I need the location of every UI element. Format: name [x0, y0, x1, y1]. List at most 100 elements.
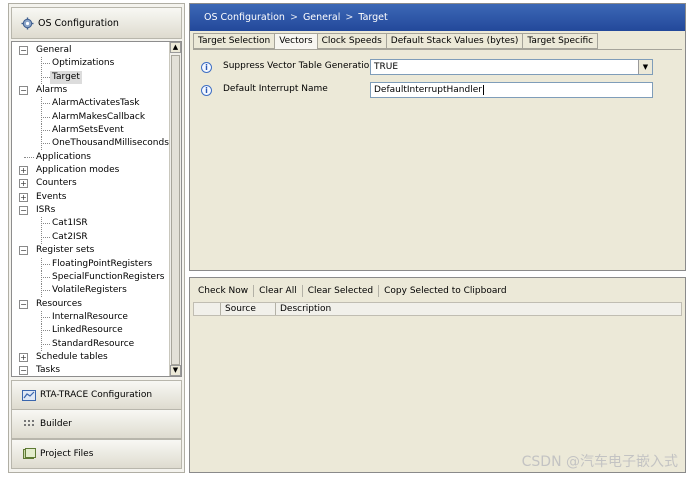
tree-item[interactable]: LinkedResource	[12, 324, 170, 338]
tree-item-label: Cat2ISR	[52, 231, 88, 242]
tree-item[interactable]: − Resources	[12, 298, 170, 311]
tree-item-label: Resources	[36, 298, 82, 309]
tree-scrollbar[interactable]: ▲ ▼	[169, 42, 181, 376]
expand-icon[interactable]: +	[19, 192, 28, 202]
clear-selected-button[interactable]: Clear Selected	[303, 285, 380, 297]
os-configuration-header[interactable]: OS Configuration	[11, 7, 182, 39]
configuration-tree[interactable]: − General Optimizations Target − Alarms AlarmA…	[11, 41, 182, 377]
scroll-up-arrow-icon[interactable]: ▲	[170, 42, 181, 53]
breadcrumb-target[interactable]: Target	[358, 12, 387, 23]
scroll-down-arrow-icon[interactable]: ▼	[170, 365, 181, 376]
rta-trace-configuration-button[interactable]: RTA-TRACE Configuration	[11, 380, 182, 410]
tree-item[interactable]: − Alarms	[12, 84, 170, 97]
tree-item[interactable]: AlarmMakesCallback	[12, 110, 170, 124]
breadcrumb-os-configuration[interactable]: OS Configuration	[204, 12, 285, 23]
tab-default-stack-values[interactable]: Default Stack Values (bytes)	[386, 33, 524, 49]
expand-icon[interactable]: +	[19, 352, 28, 362]
suppress-vector-table-label: Suppress Vector Table Generation	[223, 61, 376, 71]
collapse-icon[interactable]: −	[19, 299, 28, 309]
info-icon[interactable]: i	[201, 61, 212, 73]
tree-item[interactable]: + Events	[12, 191, 170, 204]
tree-item[interactable]: − Tasks	[12, 364, 170, 376]
tree-item[interactable]: − General	[12, 44, 170, 57]
breadcrumb-separator: >	[289, 12, 298, 23]
tree-item-label: Alarms	[36, 85, 68, 96]
tab-target-specific[interactable]: Target Specific	[523, 33, 599, 49]
tree-item-label: Optimizations	[52, 58, 115, 69]
tree-item[interactable]: SpecialFunctionRegisters	[12, 270, 170, 284]
gear-icon	[20, 16, 34, 30]
clear-all-button[interactable]: Clear All	[254, 285, 303, 297]
project-files-button[interactable]: Project Files	[11, 439, 182, 469]
collapse-icon[interactable]: −	[19, 86, 28, 96]
dropdown-arrow-icon[interactable]: ▼	[638, 60, 652, 74]
tree-item-label: Register sets	[36, 245, 95, 256]
tree-item[interactable]: FloatingPointRegisters	[12, 257, 170, 271]
suppress-vector-table-value: TRUE	[374, 62, 399, 72]
tree-item[interactable]: Optimizations	[12, 57, 170, 71]
tree-item[interactable]: + Schedule tables	[12, 351, 170, 364]
text-caret	[482, 84, 484, 95]
tree-item-label: AlarmSetsEvent	[52, 125, 124, 136]
navigation-pane: OS Configuration − General Optimizations Ta…	[8, 3, 185, 473]
expand-icon[interactable]: +	[19, 166, 28, 176]
vectors-tab-content: i Suppress Vector Table Generation TRUE …	[193, 49, 682, 267]
tree-item[interactable]: StandardResource	[12, 337, 170, 351]
scroll-thumb[interactable]	[171, 55, 180, 365]
tree-item[interactable]: Target	[12, 70, 170, 84]
tree-item-label: Cat1ISR	[52, 218, 88, 229]
tree-connector	[41, 116, 50, 118]
tree-item[interactable]: Applications	[12, 151, 170, 164]
builder-icon	[22, 418, 36, 430]
watermark: CSDN @汽车电子嵌入式	[521, 454, 678, 470]
tree-item-label: AlarmActivatesTask	[52, 98, 140, 109]
tab-clock-speeds[interactable]: Clock Speeds	[317, 33, 387, 49]
check-results-pane: Check Now Clear All Clear Selected Copy …	[189, 277, 686, 473]
default-interrupt-name-input[interactable]: DefaultInterruptHandler	[370, 82, 653, 98]
results-column-status[interactable]	[194, 303, 221, 315]
collapse-icon[interactable]: −	[19, 366, 28, 376]
collapse-icon[interactable]: −	[19, 46, 28, 55]
tree-item[interactable]: + Application modes	[12, 164, 170, 177]
tree-item-label: Applications	[36, 151, 91, 162]
tree-item[interactable]: AlarmActivatesTask	[12, 97, 170, 111]
info-icon[interactable]: i	[201, 84, 212, 96]
suppress-vector-table-select[interactable]: TRUE ▼	[370, 59, 653, 75]
tree-connector	[41, 76, 50, 78]
results-column-description[interactable]: Description	[276, 303, 681, 315]
tree-item[interactable]: + Counters	[12, 177, 170, 190]
results-list[interactable]: Source Description	[193, 302, 682, 469]
tree-item-label: FloatingPointRegisters	[52, 258, 153, 269]
tab-vectors[interactable]: Vectors	[275, 33, 318, 50]
breadcrumb-general[interactable]: General	[303, 12, 340, 23]
builder-button[interactable]: Builder	[11, 409, 182, 439]
tree-item[interactable]: VolatileRegisters	[12, 284, 170, 298]
tab-target-selection[interactable]: Target Selection	[193, 33, 276, 49]
tree-item[interactable]: Cat1ISR	[12, 217, 170, 231]
tree-item-label: ISRs	[36, 205, 56, 216]
copy-selected-to-clipboard-button[interactable]: Copy Selected to Clipboard	[379, 285, 511, 297]
tree-connector	[41, 276, 50, 278]
tree-item[interactable]: AlarmSetsEvent	[12, 124, 170, 138]
tree-connector	[41, 130, 50, 132]
results-column-source[interactable]: Source	[221, 303, 276, 315]
results-header: Source Description	[193, 302, 682, 316]
project-files-icon	[22, 448, 36, 460]
tree-connector	[41, 143, 50, 145]
tree-item-label: Schedule tables	[36, 351, 108, 362]
check-now-button[interactable]: Check Now	[193, 285, 255, 297]
tree-item[interactable]: InternalResource	[12, 310, 170, 324]
tree-item-label: Application modes	[36, 165, 120, 176]
breadcrumb-separator: >	[345, 12, 354, 23]
expand-icon[interactable]: +	[19, 179, 28, 189]
tree-item[interactable]: Cat2ISR	[12, 230, 170, 244]
rta-trace-configuration-label: RTA-TRACE Configuration	[40, 390, 153, 400]
collapse-icon[interactable]: −	[19, 246, 28, 256]
tree-item-label: VolatileRegisters	[52, 285, 127, 296]
editor-pane: OS Configuration > General > Target Targ…	[189, 3, 686, 271]
tree-item[interactable]: OneThousandMilliseconds	[12, 137, 170, 151]
collapse-icon[interactable]: −	[19, 206, 28, 216]
tree-item[interactable]: − Register sets	[12, 244, 170, 257]
tree-item[interactable]: − ISRs	[12, 204, 170, 217]
tab-strip: Target Selection Vectors Clock Speeds De…	[193, 33, 599, 50]
